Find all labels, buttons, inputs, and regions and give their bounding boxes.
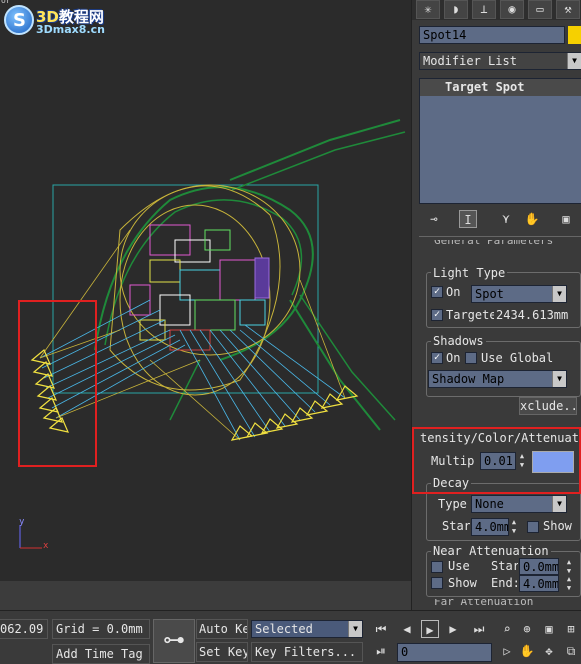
decay-start-label: Star: [442, 519, 470, 533]
set-key-button[interactable]: Set Key: [196, 642, 248, 662]
object-color-swatch[interactable]: [568, 26, 581, 44]
configure-sets-icon[interactable]: ▣: [557, 210, 575, 228]
near-start-field[interactable]: 0.0mm: [519, 558, 559, 575]
selection-set-dropdown[interactable]: Selected ▼: [251, 620, 363, 638]
targeted-checkbox[interactable]: ✓: [431, 309, 443, 321]
decay-show-label: Show: [543, 519, 572, 533]
shadows-group: [426, 341, 581, 397]
make-unique-icon[interactable]: ⋎: [497, 210, 515, 228]
decay-start-spinner[interactable]: ▲ ▼: [510, 518, 518, 536]
shadows-title: Shadows: [431, 334, 486, 348]
decay-type-label: Type: [438, 497, 467, 511]
far-atten-title[interactable]: Far Attenuation: [434, 599, 574, 607]
zoom-extents-icon[interactable]: ▣: [540, 620, 558, 638]
display-icon[interactable]: ▭: [528, 0, 552, 19]
object-name-field[interactable]: Spot14: [419, 26, 565, 44]
decay-type-dropdown[interactable]: None ▼: [471, 495, 567, 513]
axis-y-label: y: [19, 517, 25, 527]
hierarchy-icon[interactable]: ⊥: [472, 0, 496, 19]
status-bar: 062.09 Grid = 0.0mm Add Time Tag ⊶ Auto …: [0, 610, 581, 664]
chevron-down-icon: ▼: [552, 371, 566, 387]
show-end-result-icon[interactable]: I: [459, 210, 477, 228]
utilities-icon[interactable]: ⚒: [556, 0, 580, 19]
near-start-label: Star: [491, 559, 518, 573]
near-show-label: Show: [448, 576, 477, 590]
near-atten-title: Near Attenuation: [431, 544, 551, 558]
go-to-end-icon[interactable]: ⏭: [470, 620, 488, 638]
motion-icon[interactable]: ◉: [500, 0, 524, 19]
scene-wireframe: [19, 119, 406, 549]
stack-item[interactable]: Target Spot: [420, 79, 581, 96]
near-end-label: End:: [491, 576, 520, 590]
decay-start-field[interactable]: 4.0mm: [471, 518, 509, 536]
panel-tabs: ✳ ◗ ⊥ ◉ ▭ ⚒: [412, 0, 581, 20]
use-global-label: Use Global: [481, 351, 554, 365]
grid-label: Grid = 0.0mm: [52, 619, 150, 639]
near-end-field[interactable]: 4.0mm: [519, 575, 559, 592]
shadows-on-checkbox[interactable]: ✓: [431, 352, 443, 364]
stack-toolbar: ⊸ I ⋎ ✋ ▣: [419, 208, 581, 232]
previous-frame-icon[interactable]: ◀: [398, 620, 416, 638]
near-use-checkbox[interactable]: [431, 561, 443, 573]
next-frame-icon[interactable]: ▶: [444, 620, 462, 638]
create-icon[interactable]: ✳: [416, 0, 440, 19]
key-mode-icon[interactable]: ⏯: [372, 642, 390, 660]
current-frame-field[interactable]: 0: [397, 643, 492, 662]
near-end-spinner[interactable]: ▲ ▼: [565, 575, 573, 593]
site-logo: S 3D教程网 3Dmax8.cn: [4, 5, 114, 36]
highlight-box-intensity: [412, 427, 581, 494]
light-type-title: Light Type: [431, 266, 508, 280]
zoom-icon[interactable]: ⌕: [498, 620, 516, 638]
highlight-box-lights: [18, 300, 97, 467]
general-params-title[interactable]: General Parameters: [434, 240, 574, 246]
axis-x-label: x: [43, 541, 49, 551]
shadow-type-dropdown[interactable]: Shadow Map ▼: [428, 370, 567, 388]
modifier-stack[interactable]: Target Spot: [419, 78, 581, 204]
exclude-button[interactable]: xclude..: [519, 397, 577, 415]
light-on-label: On: [446, 285, 461, 299]
light-on-checkbox[interactable]: ✓: [431, 286, 443, 298]
coord-field[interactable]: 062.09: [0, 619, 48, 639]
near-use-label: Use: [448, 559, 470, 573]
orbit-icon[interactable]: ✥: [540, 642, 558, 660]
pin-stack-icon[interactable]: ⊸: [425, 210, 443, 228]
shadows-on-label: On: [446, 351, 461, 365]
auto-key-button[interactable]: Auto Key: [196, 619, 248, 639]
targeted-label: Targete: [446, 308, 494, 322]
perspective-viewport[interactable]: ör S 3D教程网 3Dmax8.cn y x: [0, 0, 411, 581]
key-icon[interactable]: ⊶: [153, 619, 195, 663]
near-start-spinner[interactable]: ▲ ▼: [565, 558, 573, 576]
zoom-all-icon[interactable]: ⊕: [518, 620, 536, 638]
play-icon[interactable]: ▶: [421, 620, 439, 638]
chevron-down-icon: ▼: [567, 53, 581, 69]
near-show-checkbox[interactable]: [431, 577, 443, 589]
field-of-view-icon[interactable]: ▷: [498, 642, 516, 660]
go-to-start-icon[interactable]: ⏮: [372, 620, 390, 638]
maximize-viewport-icon[interactable]: ⧉: [562, 642, 580, 660]
add-time-tag-button[interactable]: Add Time Tag: [52, 644, 150, 664]
zoom-extents-all-icon[interactable]: ⊞: [562, 620, 580, 638]
modifier-list-dropdown[interactable]: Modifier List ▼: [419, 52, 581, 70]
logo-badge-icon: S: [4, 5, 34, 35]
remove-modifier-icon[interactable]: ✋: [523, 210, 541, 228]
chevron-down-icon: ▼: [348, 621, 362, 637]
key-filters-button[interactable]: Key Filters...: [251, 642, 363, 662]
light-type-dropdown[interactable]: Spot ▼: [471, 285, 567, 303]
use-global-checkbox[interactable]: [465, 352, 477, 364]
decay-show-checkbox[interactable]: [527, 521, 539, 533]
command-panel: ✳ ◗ ⊥ ◉ ▭ ⚒ Spot14 Modifier List ▼ Target…: [411, 0, 581, 610]
pan-icon[interactable]: ✋: [518, 642, 536, 660]
chevron-down-icon: ▼: [552, 496, 566, 512]
modify-icon[interactable]: ◗: [444, 0, 468, 19]
chevron-down-icon: ▼: [552, 286, 566, 302]
target-distance-value: 2434.613mm: [496, 308, 569, 322]
